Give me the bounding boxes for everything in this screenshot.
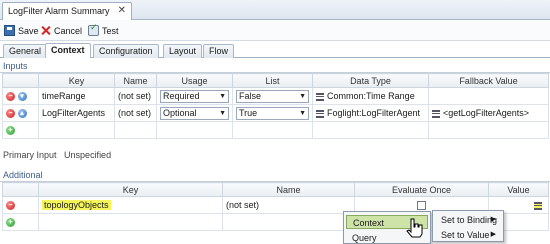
add-icon[interactable]: + <box>6 218 15 228</box>
additional-col-actions <box>2 182 39 197</box>
fallback-cell[interactable]: <getLogFilterAgents> <box>428 104 549 122</box>
data-type-cell[interactable]: Foglight:LogFilterAgent <box>312 104 429 122</box>
move-down-icon[interactable]: ▾ <box>17 92 27 102</box>
list-cell: False ▼ <box>232 87 313 105</box>
list-select[interactable]: True ▼ <box>236 106 309 120</box>
fallback-cell[interactable] <box>428 87 549 105</box>
input-name[interactable]: (not set) <box>114 87 157 105</box>
close-icon[interactable]: ✕ <box>118 5 126 16</box>
inputs-col-data-type[interactable]: Data Type <box>312 73 429 88</box>
input-name[interactable]: (not set) <box>114 104 157 122</box>
menu-item-set-to-value[interactable]: Set to Value ▶ <box>435 228 501 242</box>
cancel-icon <box>40 25 51 36</box>
inputs-col-name[interactable]: Name <box>114 73 157 88</box>
set-to-value-label: Set to Value <box>441 230 490 240</box>
additional-col-name[interactable]: Name <box>222 182 355 197</box>
usage-select[interactable]: Optional ▼ <box>160 106 229 120</box>
chevron-down-icon: ▼ <box>299 109 306 117</box>
usage-value: Optional <box>163 108 197 118</box>
additional-col-value[interactable]: Value <box>488 182 549 197</box>
chevron-down-icon: ▼ <box>219 92 226 100</box>
additional-section-label: Additional <box>3 170 43 180</box>
inputs-header-row: Key Name Usage List Data Type Fallback V… <box>2 73 549 88</box>
value-menu-icon[interactable] <box>534 201 542 210</box>
test-label: Test <box>102 25 119 36</box>
evaluate-once-checkbox[interactable] <box>417 201 426 211</box>
remove-icon[interactable]: − <box>6 109 15 119</box>
data-type-icon <box>316 109 324 118</box>
usage-select[interactable]: Required ▼ <box>160 89 229 103</box>
add-row-cell: + <box>2 121 39 139</box>
test-icon <box>88 23 99 36</box>
row-actions: − ▾ <box>2 87 39 105</box>
list-cell: True ▼ <box>232 104 313 122</box>
document-tab-title: LogFilter Alarm Summary <box>8 6 110 16</box>
tab-flow[interactable]: Flow <box>203 44 235 58</box>
document-tab[interactable]: LogFilter Alarm Summary ✕ <box>2 2 132 20</box>
save-button[interactable]: Save <box>4 23 39 38</box>
section-tabs: General Context Configuration Layout Flo… <box>0 41 550 58</box>
document-tab-strip: LogFilter Alarm Summary ✕ <box>0 0 550 20</box>
primary-input-row: Primary Input Unspecified <box>3 150 111 160</box>
cancel-label: Cancel <box>54 25 83 36</box>
remove-icon[interactable]: − <box>6 92 15 102</box>
move-up-icon[interactable]: ▴ <box>17 109 27 119</box>
add-row-cell: + <box>2 213 39 231</box>
usage-value: Required <box>163 91 200 101</box>
additional-header-row: Key Name Evaluate Once Value <box>2 182 549 197</box>
data-type-value: Common:Time Range <box>327 91 415 101</box>
inputs-table: Key Name Usage List Data Type Fallback V… <box>2 73 549 139</box>
add-icon[interactable]: + <box>6 126 15 136</box>
save-label: Save <box>18 25 39 36</box>
data-type-icon <box>316 92 324 101</box>
table-row: + <box>2 121 549 139</box>
chevron-down-icon: ▼ <box>299 92 306 100</box>
inputs-col-usage[interactable]: Usage <box>156 73 233 88</box>
primary-input-value[interactable]: Unspecified <box>64 150 111 160</box>
set-to-binding-label: Set to Binding <box>441 215 498 225</box>
remove-icon[interactable]: − <box>6 201 15 211</box>
additional-col-evaluate-once[interactable]: Evaluate Once <box>354 182 489 197</box>
tab-configuration[interactable]: Configuration <box>93 44 159 58</box>
fallback-type-icon <box>432 109 440 118</box>
test-button[interactable]: Test <box>88 23 119 38</box>
additional-key-cell[interactable]: topologyObjects <box>38 196 223 214</box>
usage-cell: Optional ▼ <box>156 104 233 122</box>
menu-item-set-to-binding[interactable]: Set to Binding ▶ <box>435 213 501 227</box>
primary-input-label: Primary Input <box>3 150 57 160</box>
list-value: True <box>239 108 258 118</box>
fallback-value: <getLogFilterAgents> <box>443 108 530 118</box>
table-row[interactable]: − ▾ timeRange (not set) Required ▼ False… <box>2 87 549 105</box>
tab-general[interactable]: General <box>3 44 48 58</box>
row-actions: − <box>2 196 39 214</box>
submenu: Set to Binding ▶ Set to Value ▶ <box>432 210 504 242</box>
additional-key: topologyObjects <box>42 200 111 210</box>
additional-name[interactable]: (not set) <box>222 196 355 214</box>
list-value: False <box>239 91 262 101</box>
hand-cursor-icon <box>406 218 423 238</box>
cancel-button[interactable]: Cancel <box>40 23 82 38</box>
chevron-right-icon: ▶ <box>490 231 496 238</box>
inputs-col-list[interactable]: List <box>232 73 313 88</box>
tab-layout[interactable]: Layout <box>163 44 203 58</box>
inputs-section-label: Inputs <box>3 61 28 71</box>
inputs-col-fallback[interactable]: Fallback Value <box>428 73 549 88</box>
table-row[interactable]: − ▴ LogFilterAgents (not set) Optional ▼… <box>2 104 549 122</box>
usage-cell: Required ▼ <box>156 87 233 105</box>
toolbar: Save Cancel Test <box>0 20 550 41</box>
inputs-col-actions <box>2 73 39 88</box>
chevron-down-icon: ▼ <box>219 109 226 117</box>
chevron-right-icon: ▶ <box>490 216 496 223</box>
tab-context[interactable]: Context <box>45 43 91 58</box>
additional-col-key[interactable]: Key <box>38 182 223 197</box>
inputs-col-key[interactable]: Key <box>38 73 115 88</box>
list-select[interactable]: False ▼ <box>236 89 309 103</box>
save-icon <box>4 25 15 36</box>
row-actions: − ▴ <box>2 104 39 122</box>
input-key[interactable]: timeRange <box>38 87 115 105</box>
data-type-cell[interactable]: Common:Time Range <box>312 87 429 105</box>
input-key[interactable]: LogFilterAgents <box>38 104 115 122</box>
data-type-value: Foglight:LogFilterAgent <box>327 108 421 118</box>
